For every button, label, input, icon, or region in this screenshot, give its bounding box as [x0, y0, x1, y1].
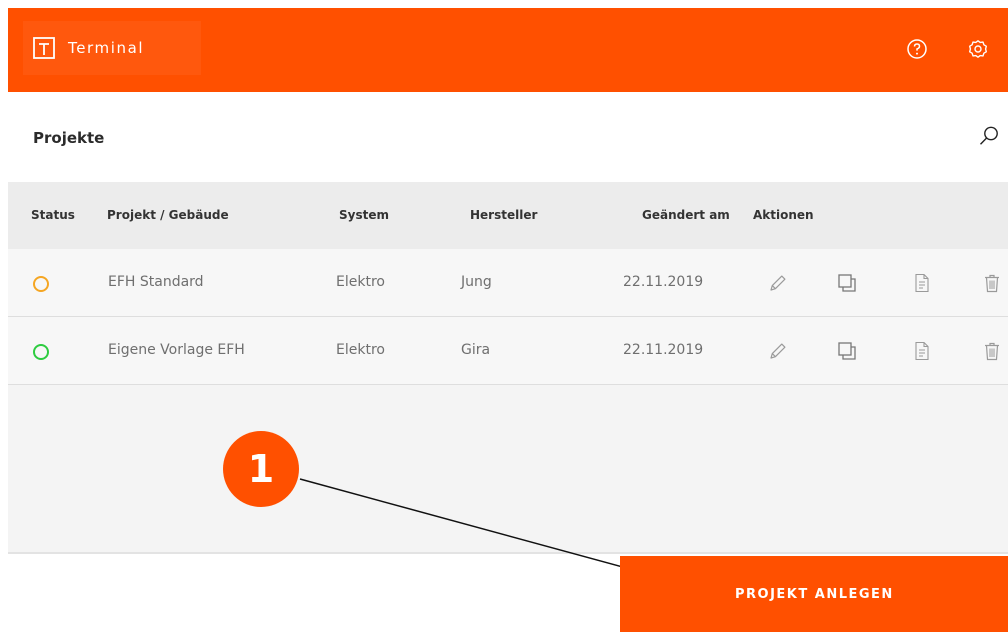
project-name: EFH Standard — [108, 274, 204, 290]
column-header-system[interactable]: System — [339, 208, 389, 222]
gear-icon[interactable] — [966, 37, 990, 61]
brand[interactable]: Terminal — [23, 21, 201, 75]
help-icon[interactable] — [905, 37, 929, 61]
project-table: Status Projekt / Gebäude System Herstell… — [8, 182, 1008, 554]
page-title: Projekte — [33, 129, 105, 147]
column-header-manufacturer[interactable]: Hersteller — [470, 208, 537, 222]
annotation-marker: 1 — [223, 431, 299, 507]
column-header-changed[interactable]: Geändert am — [642, 208, 730, 222]
column-header-actions: Aktionen — [753, 208, 814, 222]
document-icon[interactable] — [911, 340, 933, 362]
table-row[interactable]: Eigene Vorlage EFH Elektro Gira 22.11.20… — [8, 317, 1008, 385]
manufacturer-value: Jung — [461, 274, 492, 290]
status-indicator — [33, 344, 49, 360]
top-app-bar: Terminal — [8, 8, 1008, 92]
system-value: Elektro — [336, 274, 385, 290]
search-icon[interactable] — [977, 124, 1001, 148]
column-header-project[interactable]: Projekt / Gebäude — [107, 208, 229, 222]
project-name: Eigene Vorlage EFH — [108, 342, 245, 358]
trash-icon[interactable] — [981, 340, 1003, 362]
manufacturer-value: Gira — [461, 342, 491, 358]
changed-date: 22.11.2019 — [623, 342, 704, 358]
document-icon[interactable] — [911, 272, 933, 294]
duplicate-icon[interactable] — [836, 272, 858, 294]
table-row[interactable]: EFH Standard Elektro Jung 22.11.2019 — [8, 249, 1008, 317]
app-name: Terminal — [68, 39, 145, 57]
changed-date: 22.11.2019 — [623, 274, 704, 290]
table-header: Status Projekt / Gebäude System Herstell… — [8, 182, 1008, 249]
terminal-logo-icon — [33, 37, 55, 59]
system-value: Elektro — [336, 342, 385, 358]
create-project-button[interactable]: PROJEKT ANLEGEN — [620, 556, 1008, 632]
trash-icon[interactable] — [981, 272, 1003, 294]
edit-icon[interactable] — [767, 340, 789, 362]
duplicate-icon[interactable] — [836, 340, 858, 362]
edit-icon[interactable] — [767, 272, 789, 294]
column-header-status[interactable]: Status — [31, 208, 75, 222]
status-indicator — [33, 276, 49, 292]
